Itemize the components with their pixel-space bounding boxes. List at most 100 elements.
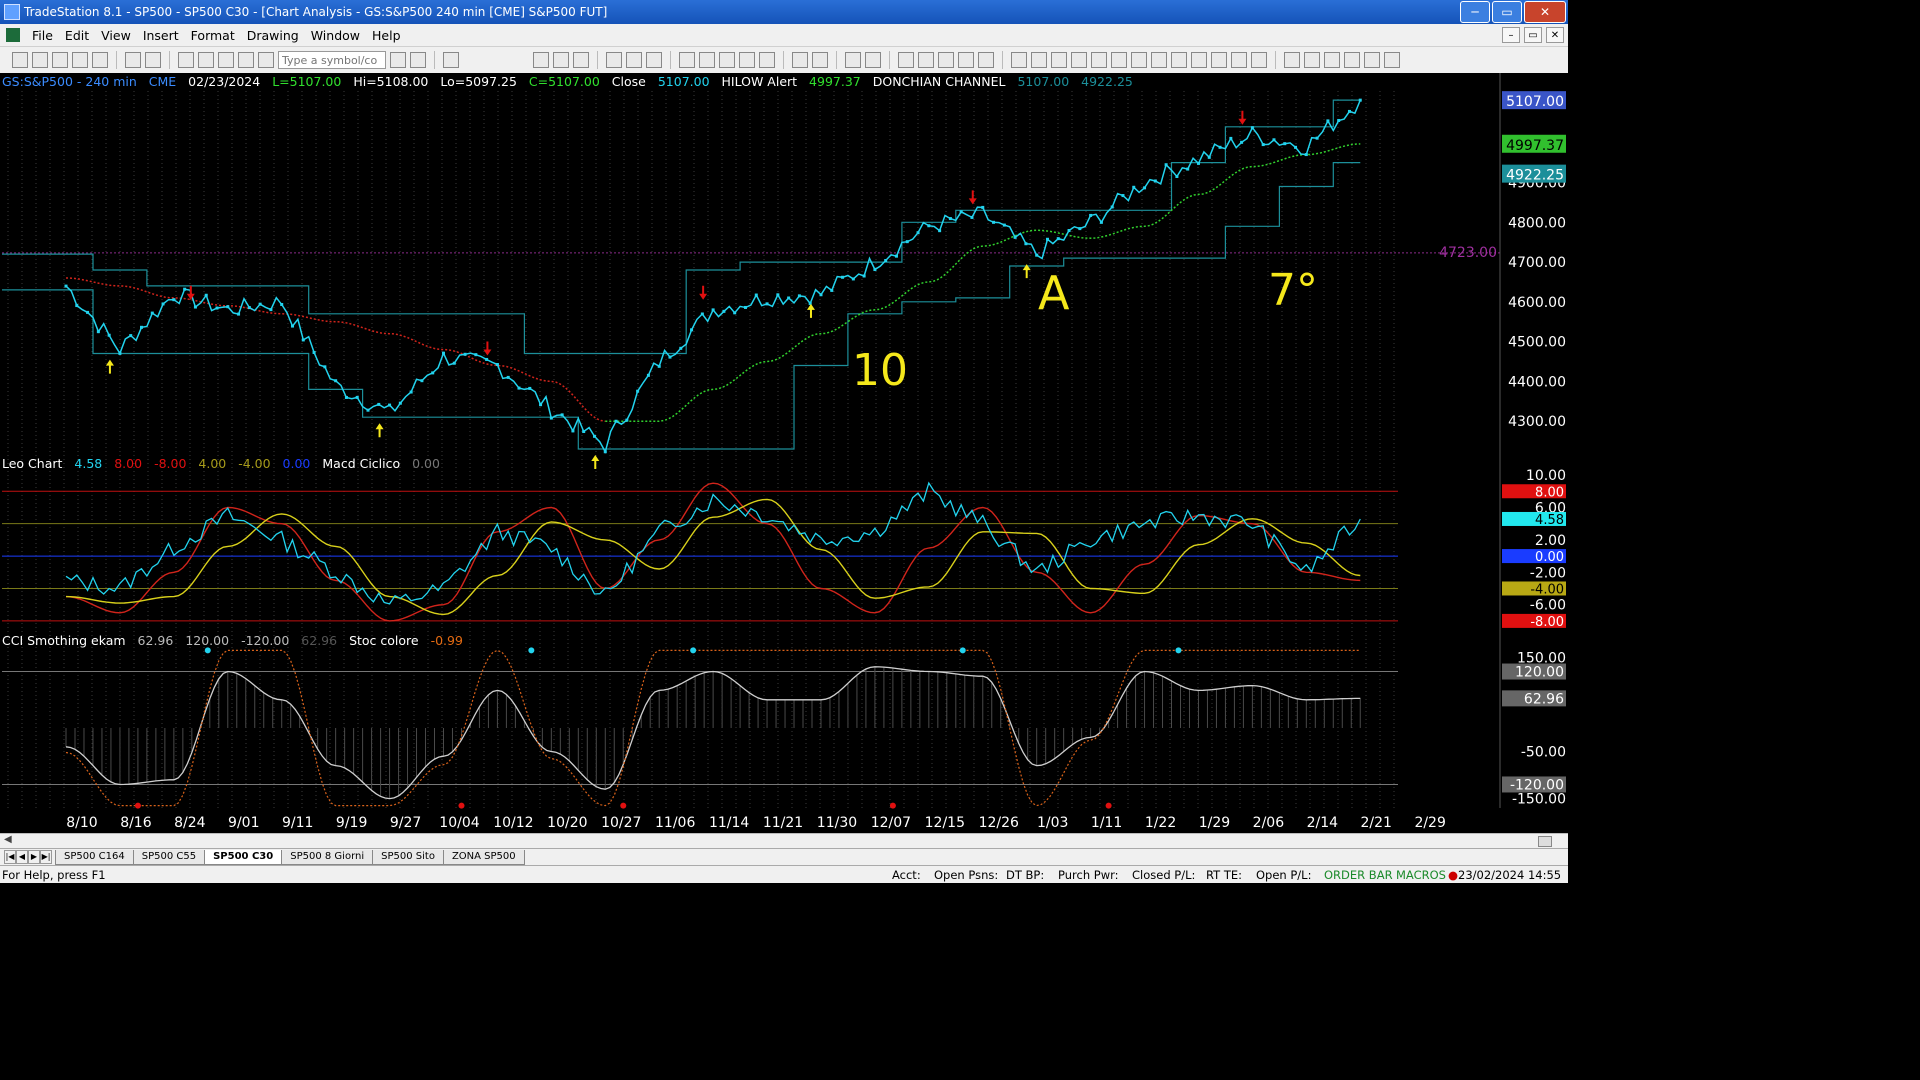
- scanner-icon[interactable]: [606, 52, 622, 68]
- close-button[interactable]: ✕: [1524, 1, 1566, 23]
- zoom-out-icon[interactable]: [865, 52, 881, 68]
- cascade-icon[interactable]: [178, 52, 194, 68]
- cycle-lines-icon[interactable]: [1131, 52, 1147, 68]
- price-badge-text: 4997.37: [1506, 138, 1564, 154]
- matrix-icon[interactable]: [573, 52, 589, 68]
- print-preview-icon[interactable]: [145, 52, 161, 68]
- tab-first-icon[interactable]: |◀: [4, 850, 16, 864]
- mdi-minimize-button[interactable]: –: [1502, 27, 1520, 43]
- maximize-button[interactable]: ▭: [1492, 1, 1522, 23]
- menu-edit[interactable]: Edit: [59, 28, 95, 43]
- arc-icon[interactable]: [1284, 52, 1300, 68]
- insert-analysis-icon[interactable]: [958, 52, 974, 68]
- data-tips-icon[interactable]: [918, 52, 934, 68]
- scroll-right-icon[interactable]: [812, 52, 828, 68]
- workspace-icon[interactable]: [72, 52, 88, 68]
- pitchfork-icon[interactable]: [1231, 52, 1247, 68]
- tab-sp500-c55[interactable]: SP500 C55: [132, 849, 206, 865]
- chart-icon[interactable]: [533, 52, 549, 68]
- reference-line-label: 4723.00: [1439, 245, 1497, 261]
- play-icon[interactable]: [410, 52, 426, 68]
- menu-window[interactable]: Window: [305, 28, 366, 43]
- scroll-thumb[interactable]: [1538, 836, 1552, 847]
- menu-format[interactable]: Format: [185, 28, 241, 43]
- pointer-icon[interactable]: [898, 52, 914, 68]
- gann-fan-icon[interactable]: [1031, 52, 1047, 68]
- mdi-close-button[interactable]: ✕: [1546, 27, 1564, 43]
- portfolio-icon[interactable]: [646, 52, 662, 68]
- menu-bar: File Edit View Insert Format Drawing Win…: [0, 24, 1568, 47]
- bar-chart-icon[interactable]: [719, 52, 735, 68]
- tools-icon[interactable]: [238, 52, 254, 68]
- tab-zona-sp500[interactable]: ZONA SP500: [442, 849, 525, 865]
- arrows-icon[interactable]: [1171, 52, 1187, 68]
- chevron-down-icon[interactable]: [390, 52, 406, 68]
- hotlist-icon[interactable]: [679, 52, 695, 68]
- tab-sp500-c164[interactable]: SP500 C164: [55, 849, 134, 865]
- price-badge-text: 5107.00: [1506, 94, 1564, 110]
- macros-button[interactable]: MACROS: [1396, 868, 1448, 882]
- freehand-icon[interactable]: [1251, 52, 1267, 68]
- symbol-input[interactable]: [278, 51, 386, 69]
- optionstation-icon[interactable]: [626, 52, 642, 68]
- volume-icon[interactable]: [759, 52, 775, 68]
- rectangle-icon[interactable]: [1364, 52, 1380, 68]
- arrow-up-icon[interactable]: [1324, 52, 1340, 68]
- news-icon[interactable]: [699, 52, 715, 68]
- close-price-point: [992, 220, 996, 224]
- parallel-icon[interactable]: [1191, 52, 1207, 68]
- speed-lines-icon[interactable]: [1211, 52, 1227, 68]
- format-icon[interactable]: [938, 52, 954, 68]
- leo-value-3: -8.00: [154, 456, 187, 471]
- angle-icon[interactable]: [1151, 52, 1167, 68]
- channel-icon[interactable]: [1071, 52, 1087, 68]
- close-price-point: [215, 306, 219, 310]
- order-bar-button[interactable]: ORDER BAR: [1324, 868, 1396, 882]
- close-price-point: [150, 311, 154, 315]
- regression-icon[interactable]: [1111, 52, 1127, 68]
- chart-window-icon[interactable]: [6, 28, 20, 42]
- new-window-icon[interactable]: [52, 52, 68, 68]
- tab-sp500-8-giorni[interactable]: SP500 8 Giorni: [281, 849, 374, 865]
- tab-sp500-sito[interactable]: SP500 Sito: [372, 849, 444, 865]
- tab-sp500-c30[interactable]: SP500 C30: [204, 849, 283, 865]
- menu-file[interactable]: File: [26, 28, 59, 43]
- search-icon[interactable]: [443, 52, 459, 68]
- menu-view[interactable]: View: [95, 28, 137, 43]
- close-price-point: [280, 302, 284, 306]
- menu-help[interactable]: Help: [366, 28, 407, 43]
- stoc-bottom-dot: [134, 802, 141, 809]
- globe-icon[interactable]: [258, 52, 274, 68]
- tab-last-icon[interactable]: ▶|: [40, 850, 52, 864]
- ellipse-icon[interactable]: [1344, 52, 1360, 68]
- trendline-icon[interactable]: [1011, 52, 1027, 68]
- menu-drawing[interactable]: Drawing: [241, 28, 305, 43]
- lock-icon[interactable]: [218, 52, 234, 68]
- horizontal-scrollbar[interactable]: ◀: [0, 833, 1568, 848]
- text-tool-icon[interactable]: [1384, 52, 1400, 68]
- chart-analysis-window[interactable]: 4723.00 4900.00 4800.00 4700.00 4600.00 4500…: [0, 73, 1568, 833]
- mdi-restore-button[interactable]: ▭: [1524, 27, 1542, 43]
- candle-icon[interactable]: [739, 52, 755, 68]
- open-icon[interactable]: [32, 52, 48, 68]
- date-axis-tick: 12/07: [871, 815, 911, 831]
- tab-prev-icon[interactable]: ◀: [16, 850, 28, 864]
- fibonacci-icon[interactable]: [1091, 52, 1107, 68]
- arrow-down-icon[interactable]: [1304, 52, 1320, 68]
- zoom-in-icon[interactable]: [845, 52, 861, 68]
- remove-icon[interactable]: [978, 52, 994, 68]
- save-icon[interactable]: [92, 52, 108, 68]
- print-icon[interactable]: [125, 52, 141, 68]
- leo-value-2: 8.00: [114, 456, 143, 471]
- scroll-left-icon[interactable]: [792, 52, 808, 68]
- chart-canvas[interactable]: 4723.00 4900.004800.004700.004600.004500…: [0, 73, 1568, 833]
- low-price: Lo=5097.25: [440, 74, 517, 89]
- scroll-left-arrow-icon[interactable]: ◀: [4, 834, 12, 845]
- tab-next-icon[interactable]: ▶: [28, 850, 40, 864]
- horizontal-line-icon[interactable]: [1051, 52, 1067, 68]
- tile-icon[interactable]: [198, 52, 214, 68]
- minimize-button[interactable]: ─: [1460, 1, 1490, 23]
- new-icon[interactable]: [12, 52, 28, 68]
- menu-insert[interactable]: Insert: [137, 28, 185, 43]
- radar-icon[interactable]: [553, 52, 569, 68]
